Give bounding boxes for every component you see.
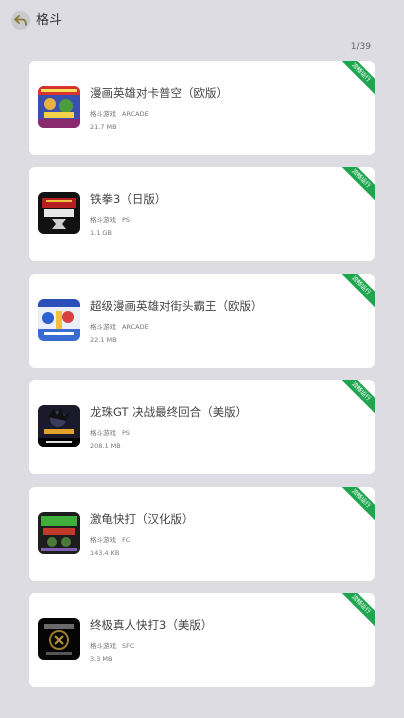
status-badge: 流畅运行 <box>335 167 375 205</box>
game-meta: 格斗游戏 ARCADE <box>90 108 149 118</box>
game-thumbnail-ultimate-mortal-kombat-3 <box>38 617 80 660</box>
game-category: 格斗游戏 <box>90 322 116 331</box>
status-badge: 流畅运行 <box>335 592 375 631</box>
game-size: 1.1 GB <box>90 229 112 238</box>
game-title: 超级漫画英雄对街头霸王（欧版） <box>90 298 263 313</box>
game-category: 格斗游戏 <box>90 641 116 650</box>
page-title: 格斗 <box>36 13 63 28</box>
game-card[interactable]: 龙珠GT 决战最终回合（美版） 格斗游戏 PS 208.1 MB 流畅运行 <box>29 380 375 475</box>
game-meta: 格斗游戏 PS <box>90 214 130 224</box>
status-badge: 流畅运行 <box>335 380 375 418</box>
game-size: 22.1 MB <box>90 335 117 344</box>
back-button[interactable] <box>11 11 30 30</box>
game-platform: ARCADE <box>122 110 149 118</box>
game-size: 3.3 MB <box>90 654 113 663</box>
status-badge: 流畅运行 <box>335 486 375 524</box>
status-badge: 流畅运行 <box>335 273 375 312</box>
game-card[interactable]: 超级漫画英雄对街头霸王（欧版） 格斗游戏 ARCADE 22.1 MB 流畅运行 <box>29 273 375 368</box>
game-title: 终极真人快打3（美版） <box>90 617 213 632</box>
game-platform: PS <box>122 429 131 438</box>
game-list: 漫画英雄对卡普空（欧版） 格斗游戏 ARCADE 21.7 MB 流畅运行 铁拳3… <box>29 61 375 699</box>
game-platform: ARCADE <box>122 322 149 331</box>
game-meta: 格斗游戏 ARCADE <box>90 321 149 331</box>
game-meta: 格斗游戏 FC <box>90 534 130 544</box>
game-category: 格斗游戏 <box>90 216 116 225</box>
game-thumbnail-marvel-super-heroes-vs-street-fighter <box>38 298 80 341</box>
game-category: 格斗游戏 <box>90 535 116 544</box>
game-thumbnail-tekken-3 <box>38 192 80 235</box>
game-card[interactable]: 铁拳3（日版） 格斗游戏 PS 1.1 GB 流畅运行 <box>29 167 375 262</box>
game-thumbnail-marvel-vs-capcom <box>38 86 80 128</box>
game-category: 格斗游戏 <box>90 110 116 118</box>
page-counter: 1/39 <box>350 42 371 52</box>
game-size: 143.4 KB <box>90 548 120 557</box>
game-category: 格斗游戏 <box>90 429 116 438</box>
status-badge: 流畅运行 <box>335 61 375 99</box>
game-card[interactable]: 漫画英雄对卡普空（欧版） 格斗游戏 ARCADE 21.7 MB 流畅运行 <box>29 61 375 155</box>
game-title: 漫画英雄对卡普空（欧版） <box>90 86 228 100</box>
game-platform: PS <box>122 216 131 225</box>
game-platform: FC <box>122 535 131 544</box>
game-meta: 格斗游戏 SFC <box>90 640 134 650</box>
game-thumbnail-tmnt-tournament-fighters <box>38 511 80 554</box>
game-meta: 格斗游戏 PS <box>90 427 130 437</box>
game-title: 龙珠GT 决战最终回合（美版） <box>90 405 248 420</box>
game-size: 21.7 MB <box>90 123 117 131</box>
game-thumbnail-dragon-ball-gt <box>38 405 80 448</box>
back-arrow-icon <box>14 15 27 26</box>
game-card[interactable]: 终极真人快打3（美版） 格斗游戏 SFC 3.3 MB 流畅运行 <box>29 592 375 687</box>
game-card[interactable]: 激龟快打（汉化版） 格斗游戏 FC 143.4 KB 流畅运行 <box>29 486 375 581</box>
game-size: 208.1 MB <box>90 442 121 451</box>
game-title: 激龟快打（汉化版） <box>90 511 194 526</box>
game-platform: SFC <box>122 641 135 650</box>
header-bar: 格斗 <box>0 0 404 42</box>
game-title: 铁拳3（日版） <box>90 192 167 207</box>
